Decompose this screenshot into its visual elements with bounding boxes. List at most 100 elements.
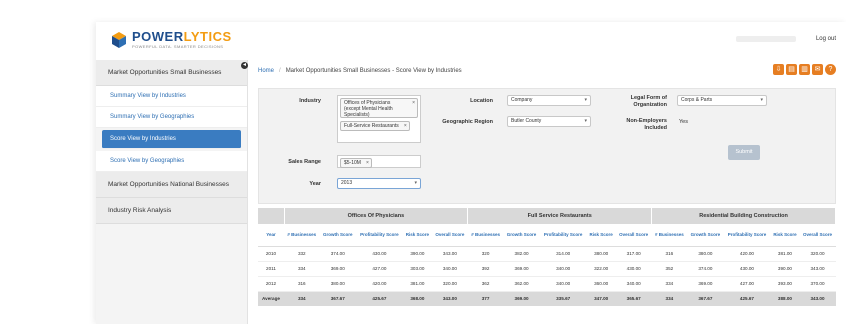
table-cell: 381.00: [770, 246, 800, 262]
table-cell: 427.00: [355, 261, 403, 277]
table-cell: 390.00: [402, 246, 432, 262]
table-cell: 370.00: [799, 276, 836, 292]
table-cell: 340.00: [615, 276, 652, 292]
column-header[interactable]: Profitability Score: [539, 224, 587, 247]
industry-multiselect[interactable]: Offices of Physicians (except Mental Hea…: [337, 95, 421, 143]
table-cell: 374.00: [319, 246, 356, 262]
location-select-value: Company: [511, 97, 533, 103]
table-cell: 420.00: [355, 276, 403, 292]
cell-year: 2011: [258, 261, 284, 277]
table-cell: 377: [467, 291, 504, 306]
chevron-down-icon: ▾: [760, 97, 763, 103]
cloud-download-icon[interactable]: ⇩: [773, 64, 784, 75]
column-header[interactable]: # Businesses: [651, 224, 688, 247]
geo-region-label: Geographic Region: [442, 119, 493, 125]
year-select[interactable]: 2013 ▾: [337, 178, 421, 189]
table-cell: 430.00: [355, 246, 403, 262]
table-cell: 393.00: [770, 276, 800, 292]
sidebar-item-score-industries[interactable]: Score View by Industries: [102, 130, 241, 149]
geo-region-select[interactable]: Butler County ▾: [507, 116, 591, 127]
table-cell: 343.00: [431, 291, 468, 306]
legal-form-label: Legal Form of Organization: [630, 95, 667, 108]
table-cell: 367.67: [687, 291, 724, 306]
sidebar-section-industry-risk[interactable]: Industry Risk Analysis: [96, 198, 247, 224]
breadcrumb-current: Market Opportunities Small Businesses - …: [285, 68, 462, 74]
table-cell: 430.00: [723, 261, 771, 277]
column-header[interactable]: Growth Score: [503, 224, 540, 247]
column-header[interactable]: Risk Score: [770, 224, 800, 247]
column-header[interactable]: Risk Score: [402, 224, 432, 247]
sales-range-multiselect[interactable]: $5-10M ×: [337, 155, 421, 168]
table-cell: 427.00: [723, 276, 771, 292]
breadcrumb-home-link[interactable]: Home: [258, 68, 274, 74]
column-header[interactable]: Growth Score: [319, 224, 356, 247]
chevron-down-icon: ▾: [414, 180, 417, 186]
file-pdf-icon[interactable]: ▥: [799, 64, 810, 75]
logout-link[interactable]: Log out: [816, 36, 836, 42]
table-body: 2010 332 374.00 430.00 390.00 343.00 320 382.00…: [258, 246, 836, 306]
table-cell: 425.67: [355, 291, 403, 306]
column-header[interactable]: Risk Score: [586, 224, 616, 247]
table-group-header-row: Offices Of Physicians Full Service Resta…: [258, 208, 836, 224]
column-header[interactable]: Overall Score: [615, 224, 652, 247]
industry-tag-restaurants-label: Full-Service Restaurants: [344, 123, 399, 129]
table-cell: 367.67: [319, 291, 356, 306]
non-employers-label: Non-Employers Included: [626, 118, 667, 131]
industry-label: Industry: [299, 98, 321, 104]
export-toolbar: ⇩ ▤ ▥ ✉ ?: [773, 64, 836, 75]
column-header[interactable]: # Businesses: [467, 224, 504, 247]
remove-tag-icon[interactable]: ×: [404, 123, 407, 129]
logo-name-part-a: POWER: [132, 29, 184, 44]
table-cell: 320.00: [431, 276, 468, 292]
column-header[interactable]: Profitability Score: [723, 224, 771, 247]
logo-name-part-b: LYTICS: [183, 29, 232, 44]
table-cell: 320: [467, 246, 504, 262]
file-export-icon[interactable]: ▤: [786, 64, 797, 75]
table-column-header-row: Year # Businesses Growth Score Profitabi…: [258, 224, 836, 247]
sales-range-tag-label: $5-10M: [344, 160, 361, 166]
location-select[interactable]: Company ▾: [507, 95, 591, 106]
year-group-spacer: [258, 208, 285, 224]
user-name-area: [736, 36, 796, 42]
remove-tag-icon[interactable]: ×: [412, 100, 415, 106]
app-window: POWERLYTICS POWERFUL DATA. SMARTER DECIS…: [96, 22, 846, 324]
table-row: 2012 316 380.00 420.00 381.00 320.00 362 362.00…: [258, 276, 836, 292]
chevron-down-icon: ▾: [584, 118, 587, 124]
column-header[interactable]: Overall Score: [799, 224, 836, 247]
column-header[interactable]: Profitability Score: [355, 224, 403, 247]
sidebar-item-summary-industries[interactable]: Summary View by Industries: [96, 86, 247, 107]
table-cell: 365.67: [615, 291, 652, 306]
sidebar: ◂ Market Opportunities Small Businesses …: [96, 60, 248, 324]
remove-tag-icon[interactable]: ×: [366, 160, 369, 166]
cell-year: 2012: [258, 276, 284, 292]
sidebar-section-national-businesses[interactable]: Market Opportunities National Businesses: [96, 172, 247, 198]
submit-button[interactable]: Submit: [728, 145, 760, 160]
table-cell: 362: [467, 276, 504, 292]
sales-range-label: Sales Range: [288, 159, 321, 165]
column-header[interactable]: Overall Score: [431, 224, 468, 247]
table-cell: 420.00: [723, 246, 771, 262]
column-header[interactable]: Growth Score: [687, 224, 724, 247]
sidebar-item-summary-geographies[interactable]: Summary View by Geographies: [96, 107, 247, 128]
table-cell: 380.00: [586, 246, 616, 262]
non-employers-value: Yes: [679, 119, 688, 125]
sidebar-item-score-geographies[interactable]: Score View by Geographies: [96, 151, 247, 172]
legal-form-select[interactable]: Corps & Parts ▾: [677, 95, 767, 106]
mail-icon[interactable]: ✉: [812, 64, 823, 75]
chevron-down-icon: ▾: [584, 97, 587, 103]
table-cell: 390.00: [770, 261, 800, 277]
table-cell: 369.00: [503, 291, 540, 306]
column-header[interactable]: # Businesses: [284, 224, 320, 247]
cube-logo-icon: [110, 31, 128, 49]
sidebar-section-small-businesses[interactable]: Market Opportunities Small Businesses: [96, 60, 247, 86]
collapse-sidebar-icon[interactable]: ◂: [241, 62, 248, 69]
help-icon[interactable]: ?: [825, 64, 836, 75]
table-cell: 374.00: [687, 261, 724, 277]
table-cell: 352: [651, 261, 688, 277]
column-header-year[interactable]: Year: [258, 224, 284, 247]
table-cell: 388.00: [770, 291, 800, 306]
table-cell: 347.00: [586, 291, 616, 306]
table-cell: 334: [284, 291, 320, 306]
logo[interactable]: POWERLYTICS POWERFUL DATA. SMARTER DECIS…: [110, 30, 232, 49]
main-content: Home / Market Opportunities Small Business…: [248, 60, 846, 324]
